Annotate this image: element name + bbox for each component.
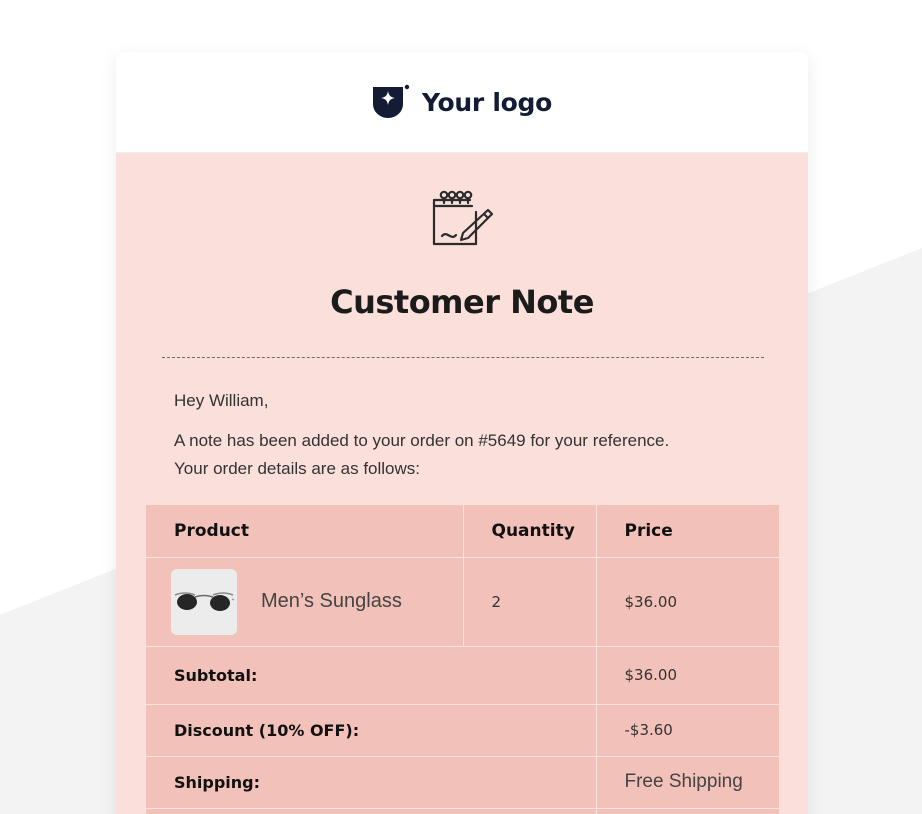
product-cell: Men’s Sunglass [146,556,464,647]
email-header: Your logo [116,52,808,153]
product-name: Men’s Sunglass [261,590,402,612]
logo-text: Your logo [422,87,552,117]
email-card: Your logo Customer Note Hey William, A n… [116,52,808,814]
shipping-value: Free Shipping [595,755,779,809]
note-line-1: A note has been added to your order on #… [174,431,670,450]
next-total-value [595,807,779,814]
sunglasses-icon [174,591,235,611]
brand-logo[interactable]: Your logo [372,84,552,120]
header-quantity: Quantity [462,505,597,558]
dashed-divider [162,357,764,358]
product-quantity: 2 [462,556,597,647]
product-price: $36.00 [595,556,779,647]
subtotal-label: Subtotal: [146,645,597,705]
greeting-text: Hey William, [174,391,269,410]
table-row: Men’s Sunglass 2 $36.00 [146,556,779,647]
product-thumbnail[interactable] [171,568,237,635]
table-row [146,807,779,814]
email-title: Customer Note [330,283,594,321]
discount-label: Discount (10% OFF): [146,703,597,757]
table-header-row: Product Quantity Price [146,505,779,558]
order-table: Product Quantity Price Men’s Sunglass 2 … [146,505,779,814]
shield-sparkle-icon [373,84,410,118]
subtotal-value: $36.00 [595,645,779,705]
next-total-label [146,807,597,814]
note-message: A note has been added to your order on #… [174,427,669,483]
discount-row: Discount (10% OFF): -$3.60 [146,703,779,757]
header-product: Product [146,505,464,558]
notepad-pencil-icon [432,190,494,246]
shipping-label: Shipping: [146,755,597,809]
subtotal-row: Subtotal: $36.00 [146,645,779,705]
header-price: Price [595,505,779,558]
note-line-2: Your order details are as follows: [174,459,421,478]
shipping-row: Shipping: Free Shipping [146,755,779,809]
discount-value: -$3.60 [595,703,779,757]
